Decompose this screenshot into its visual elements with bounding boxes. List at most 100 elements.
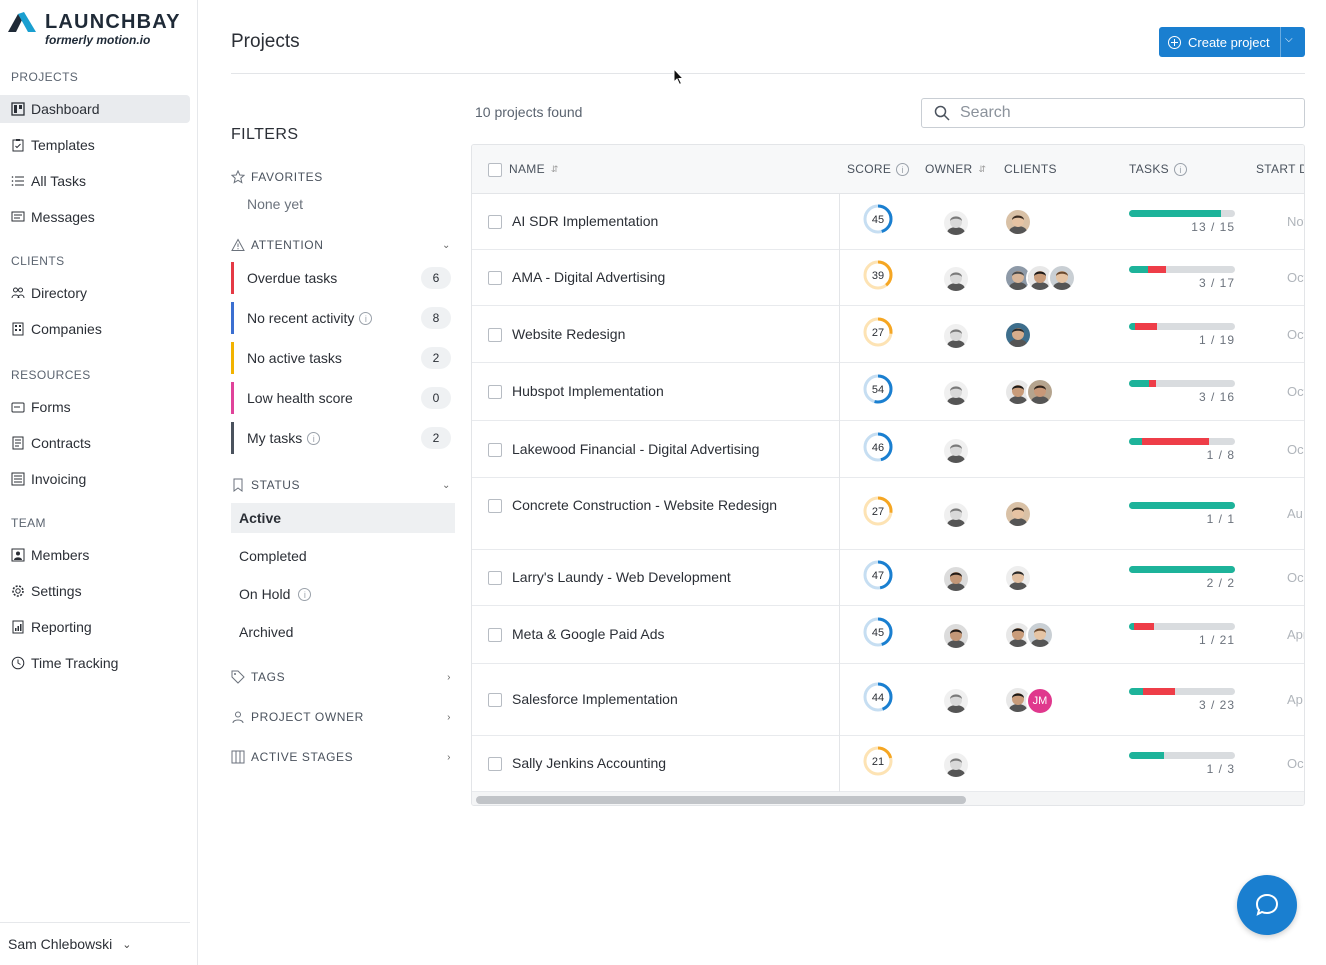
sidebar-item-contracts[interactable]: Contracts bbox=[0, 429, 190, 457]
sidebar-item-messages[interactable]: Messages bbox=[0, 203, 190, 231]
row-checkbox[interactable] bbox=[488, 327, 502, 342]
chevron-right-icon[interactable]: › bbox=[447, 752, 451, 763]
column-clients[interactable]: CLIENTS bbox=[1004, 162, 1057, 176]
table-row[interactable]: Sally Jenkins Accounting 21 1 / 3 Oc bbox=[472, 736, 1304, 792]
health-score[interactable]: 21 bbox=[862, 745, 894, 777]
info-icon[interactable]: i bbox=[307, 431, 321, 445]
tags-filter-header[interactable]: TAGS › bbox=[231, 670, 453, 684]
health-score[interactable]: 44 bbox=[862, 681, 894, 713]
owner-avatar[interactable] bbox=[942, 379, 970, 407]
attention-filter-no-active-tasks[interactable]: No active tasks 2 bbox=[231, 342, 451, 374]
table-row[interactable]: Concrete Construction - Website Redesign… bbox=[472, 478, 1304, 550]
info-icon[interactable]: i bbox=[298, 587, 312, 601]
table-row[interactable]: AI SDR Implementation 45 13 / 15 Nov bbox=[472, 194, 1304, 250]
owner-avatar[interactable] bbox=[942, 321, 970, 350]
owner-avatar[interactable] bbox=[942, 565, 970, 593]
horizontal-scrollbar[interactable] bbox=[476, 796, 966, 804]
sidebar-item-settings[interactable]: Settings bbox=[0, 577, 190, 605]
status-filter-active[interactable]: Active bbox=[231, 503, 455, 533]
status-filter-archived[interactable]: Archived bbox=[231, 617, 455, 647]
client-avatar[interactable] bbox=[1004, 564, 1032, 592]
sidebar-item-all-tasks[interactable]: All Tasks bbox=[0, 167, 190, 195]
project-name-link[interactable]: Salesforce Implementation bbox=[512, 691, 678, 707]
client-avatar[interactable] bbox=[1004, 208, 1032, 236]
chevron-down-icon[interactable]: ⌄ bbox=[442, 240, 451, 251]
owner-avatar[interactable] bbox=[942, 436, 970, 465]
attention-filter-my-tasks[interactable]: My tasks i 2 bbox=[231, 422, 451, 454]
sidebar-item-reporting[interactable]: Reporting bbox=[0, 613, 190, 641]
active-stages-filter-header[interactable]: ACTIVE STAGES › bbox=[231, 750, 453, 764]
health-score[interactable]: 46 bbox=[862, 431, 894, 463]
project-name-link[interactable]: AMA - Digital Advertising bbox=[512, 269, 665, 285]
project-name-link[interactable]: Concrete Construction - Website Redesign bbox=[512, 497, 777, 513]
table-row[interactable]: Larry's Laundy - Web Development 47 2 / 2 O… bbox=[472, 550, 1304, 606]
table-row[interactable]: AMA - Digital Advertising 39 3 / 17 Oct bbox=[472, 250, 1304, 306]
client-avatar[interactable] bbox=[1048, 264, 1076, 292]
attention-filter-no-recent-activity[interactable]: No recent activity i 8 bbox=[231, 302, 451, 334]
project-name-link[interactable]: Larry's Laundy - Web Development bbox=[512, 569, 731, 585]
select-all-checkbox[interactable] bbox=[488, 163, 502, 177]
search-input[interactable]: Search bbox=[921, 98, 1305, 128]
table-row[interactable]: Salesforce Implementation 44 JM 3 / 23 Ap bbox=[472, 664, 1304, 736]
status-filter-on-hold[interactable]: On Hold i bbox=[231, 579, 455, 609]
row-checkbox[interactable] bbox=[488, 499, 502, 513]
client-avatar[interactable] bbox=[1026, 621, 1054, 649]
client-avatar[interactable] bbox=[1026, 378, 1054, 406]
favorites-filter-header[interactable]: FAVORITES bbox=[231, 170, 453, 184]
chevron-down-icon[interactable]: ⌄ bbox=[442, 480, 451, 491]
column-score[interactable]: SCORE i bbox=[847, 162, 910, 176]
table-row[interactable]: Lakewood Financial - Digital Advertising… bbox=[472, 421, 1304, 478]
client-avatar[interactable] bbox=[1004, 320, 1032, 349]
sidebar-item-dashboard[interactable]: Dashboard bbox=[0, 95, 190, 123]
sidebar-item-forms[interactable]: Forms bbox=[0, 393, 190, 421]
project-name-link[interactable]: AI SDR Implementation bbox=[512, 213, 658, 229]
chevron-right-icon[interactable]: › bbox=[447, 672, 451, 683]
table-row[interactable]: Hubspot Implementation 54 3 / 16 Oct bbox=[472, 363, 1304, 421]
project-name-link[interactable]: Sally Jenkins Accounting bbox=[512, 755, 666, 771]
owner-avatar[interactable] bbox=[942, 751, 970, 779]
attention-filter-overdue-tasks[interactable]: Overdue tasks 6 bbox=[231, 262, 451, 294]
sidebar-item-templates[interactable]: Templates bbox=[0, 131, 190, 159]
status-filter-completed[interactable]: Completed bbox=[231, 541, 455, 571]
row-checkbox[interactable] bbox=[488, 693, 502, 707]
row-checkbox[interactable] bbox=[488, 757, 502, 771]
client-avatar[interactable]: JM bbox=[1026, 687, 1054, 715]
owner-avatar[interactable] bbox=[942, 687, 970, 715]
health-score[interactable]: 27 bbox=[862, 495, 894, 527]
sidebar-item-time-tracking[interactable]: Time Tracking bbox=[0, 649, 190, 677]
row-checkbox[interactable] bbox=[488, 628, 502, 642]
info-icon[interactable]: i bbox=[359, 311, 373, 325]
chat-widget-button[interactable] bbox=[1237, 875, 1297, 935]
health-score[interactable]: 45 bbox=[862, 203, 894, 235]
row-checkbox[interactable] bbox=[488, 271, 502, 285]
row-checkbox[interactable] bbox=[488, 385, 502, 399]
column-owner[interactable]: OWNER ⇵ bbox=[925, 162, 986, 176]
row-checkbox[interactable] bbox=[488, 442, 502, 457]
health-score[interactable]: 47 bbox=[862, 559, 894, 591]
status-filter-header[interactable]: STATUS ⌄ bbox=[231, 478, 453, 492]
sidebar-item-directory[interactable]: Directory bbox=[0, 279, 190, 307]
project-name-link[interactable]: Meta & Google Paid Ads bbox=[512, 626, 665, 642]
sidebar-item-invoicing[interactable]: Invoicing bbox=[0, 465, 190, 493]
attention-filter-header[interactable]: ATTENTION ⌄ bbox=[231, 238, 453, 252]
project-name-link[interactable]: Website Redesign bbox=[512, 326, 625, 342]
chevron-down-icon[interactable]: ⌵ bbox=[1285, 34, 1293, 45]
project-owner-filter-header[interactable]: PROJECT OWNER › bbox=[231, 710, 453, 724]
client-avatar[interactable] bbox=[1004, 500, 1032, 528]
row-checkbox[interactable] bbox=[488, 571, 502, 585]
user-menu[interactable]: Sam Chlebowski ⌄ bbox=[0, 922, 190, 965]
health-score[interactable]: 45 bbox=[862, 616, 894, 648]
health-score[interactable]: 27 bbox=[862, 316, 894, 348]
sidebar-item-members[interactable]: Members bbox=[0, 541, 190, 569]
owner-avatar[interactable] bbox=[942, 501, 970, 529]
project-name-link[interactable]: Lakewood Financial - Digital Advertising bbox=[512, 441, 759, 457]
table-row[interactable]: Meta & Google Paid Ads 45 1 / 21 Apr bbox=[472, 606, 1304, 664]
health-score[interactable]: 54 bbox=[862, 373, 894, 405]
create-project-button[interactable]: Create project ⌵ bbox=[1159, 27, 1305, 57]
health-score[interactable]: 39 bbox=[862, 259, 894, 291]
sidebar-item-companies[interactable]: Companies bbox=[0, 315, 190, 343]
row-checkbox[interactable] bbox=[488, 215, 502, 229]
table-row[interactable]: Website Redesign 27 1 / 19 Oct bbox=[472, 306, 1304, 363]
column-tasks[interactable]: TASKS i bbox=[1129, 162, 1187, 176]
owner-avatar[interactable] bbox=[942, 622, 970, 650]
